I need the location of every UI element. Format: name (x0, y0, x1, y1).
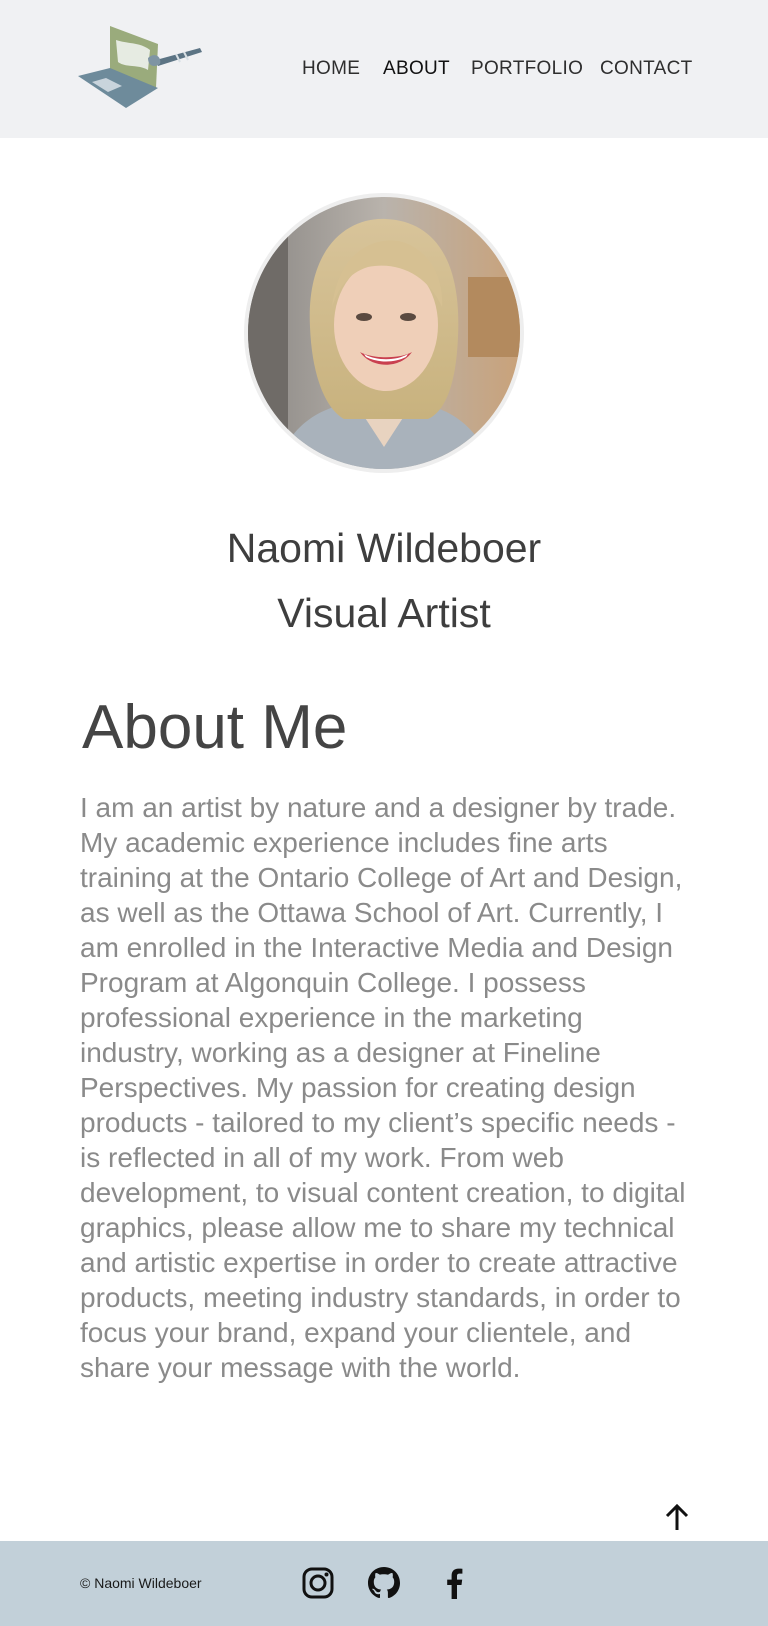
profile-name: Naomi Wildeboer (226, 525, 542, 571)
arrow-up-icon[interactable] (662, 1500, 692, 1534)
facebook-icon[interactable] (437, 1565, 473, 1601)
site-footer: © Naomi Wildeboer (0, 1541, 768, 1626)
instagram-icon[interactable] (300, 1565, 336, 1601)
about-heading: About Me (82, 693, 348, 762)
nav-home[interactable]: HOME (302, 55, 360, 83)
site-header: HOME ABOUT PORTFOLIO CONTACT (0, 0, 768, 138)
portrait-photo (248, 197, 520, 469)
nav-about[interactable]: ABOUT (383, 55, 450, 83)
about-text: I am an artist by nature and a designer … (80, 792, 686, 1383)
nav-portfolio[interactable]: PORTFOLIO (471, 55, 583, 83)
profile-photo (248, 197, 520, 469)
nav-contact[interactable]: CONTACT (600, 55, 693, 83)
github-icon[interactable] (366, 1565, 402, 1601)
main-nav: HOME ABOUT PORTFOLIO CONTACT (0, 55, 768, 85)
profile-role: Visual Artist (277, 590, 491, 636)
copyright-text: © Naomi Wildeboer (80, 1575, 202, 1591)
